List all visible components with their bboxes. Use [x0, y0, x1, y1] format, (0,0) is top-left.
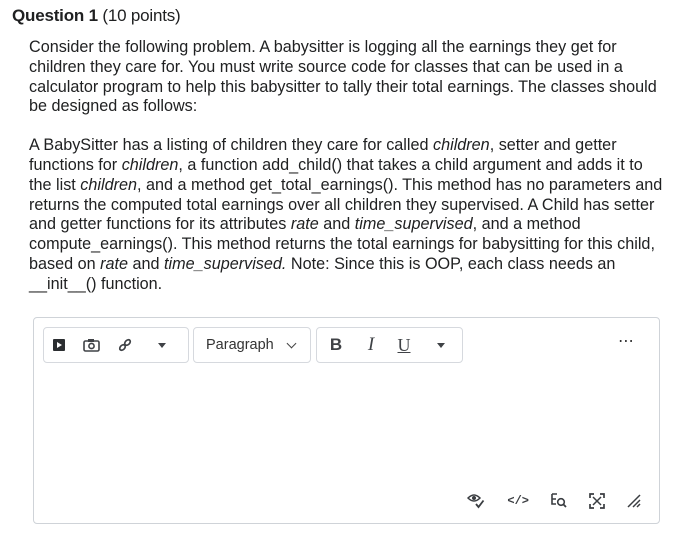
prompt-text: and — [128, 254, 165, 273]
prompt-text: A BabySitter has a listing of children t… — [29, 136, 433, 155]
prompt-emphasis: children — [433, 136, 490, 155]
question-label: Question 1 — [12, 6, 98, 25]
format-toolbar-group: B I U — [316, 327, 463, 363]
insert-image-button[interactable] — [74, 328, 108, 362]
prompt-emphasis: rate — [290, 215, 319, 234]
prompt-paragraph-1: Consider the following problem. A babysi… — [29, 38, 657, 116]
find-replace-button[interactable] — [551, 493, 567, 509]
prompt-emphasis: rate — [100, 254, 129, 273]
editor-status-bar: </> — [467, 493, 641, 509]
caret-down-icon — [158, 342, 166, 348]
insert-stuff-button[interactable] — [44, 328, 74, 362]
insert-dropdown-button[interactable] — [142, 328, 182, 362]
spellcheck-icon — [467, 494, 485, 509]
html-source-icon[interactable]: </> — [507, 494, 529, 508]
fullscreen-button[interactable] — [589, 493, 605, 509]
prompt-emphasis: time_supervised. — [164, 254, 287, 273]
insert-stuff-icon — [53, 339, 65, 351]
prompt-emphasis: children — [80, 175, 137, 194]
prompt-emphasis: children — [121, 155, 179, 174]
insert-link-icon — [118, 338, 132, 352]
question-prompt: Consider the following problem. A babysi… — [29, 38, 669, 295]
question-points: (10 points) — [102, 6, 181, 25]
more-options-button[interactable]: ⋯ — [618, 334, 635, 350]
insert-image-icon — [82, 339, 100, 352]
italic-button[interactable]: I — [355, 328, 387, 362]
bold-button[interactable]: B — [317, 328, 355, 362]
block-format-value: Paragraph — [206, 337, 274, 353]
fullscreen-icon — [589, 493, 605, 509]
resize-handle-icon — [627, 494, 641, 508]
caret-down-icon — [437, 342, 445, 348]
block-format-select[interactable]: Paragraph — [193, 327, 311, 363]
find-replace-icon — [551, 493, 567, 508]
insert-link-button[interactable] — [108, 328, 142, 362]
insert-toolbar-group — [43, 327, 189, 363]
prompt-paragraph-2: A BabySitter has a listing of children t… — [29, 136, 669, 294]
prompt-text: and — [318, 215, 355, 234]
chevron-down-icon — [286, 338, 297, 348]
prompt-emphasis: time_supervised — [354, 215, 473, 234]
answer-editor[interactable]: Paragraph B I U ⋯ </> — [33, 317, 660, 524]
question-header: Question 1 (10 points) — [12, 6, 181, 26]
format-dropdown-button[interactable] — [421, 328, 461, 362]
spellcheck-button[interactable] — [467, 493, 485, 509]
underline-button[interactable]: U — [387, 328, 421, 362]
resize-handle[interactable] — [627, 494, 641, 508]
